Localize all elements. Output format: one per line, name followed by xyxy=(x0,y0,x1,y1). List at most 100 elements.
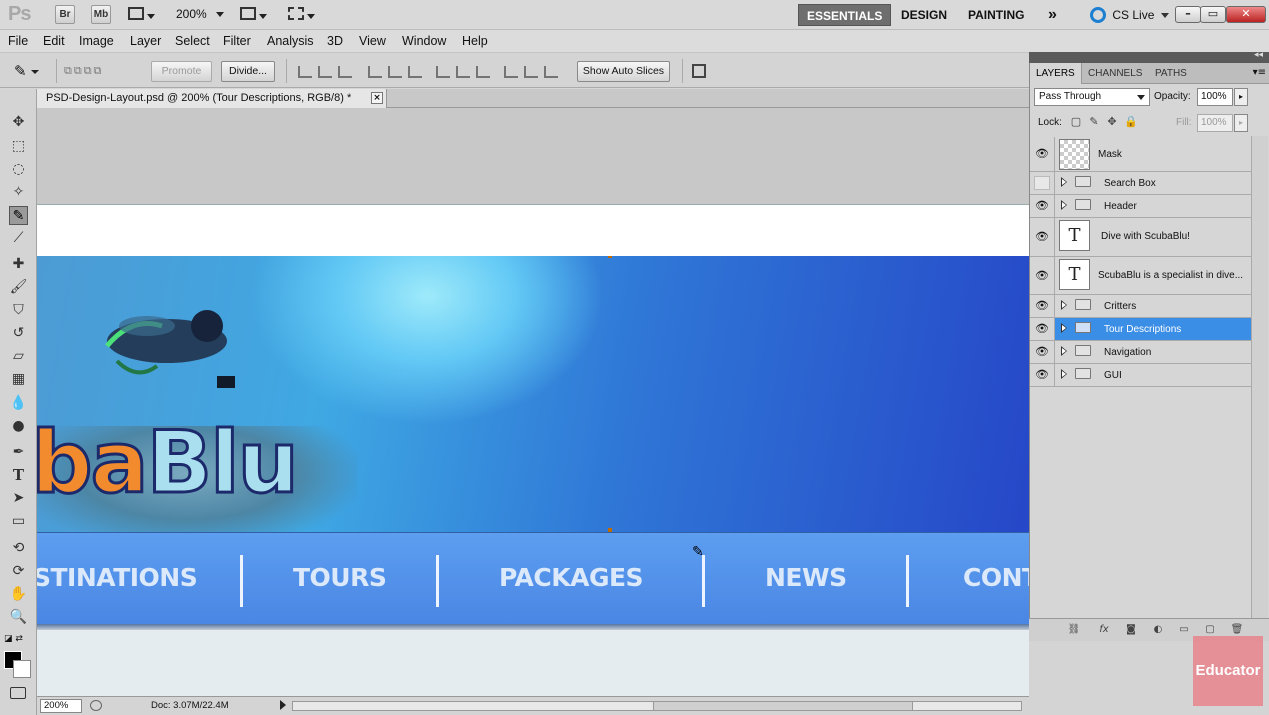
lasso-tool-icon[interactable]: ◌ xyxy=(9,160,28,179)
healing-brush-tool-icon[interactable]: ✚ xyxy=(9,255,28,274)
workspace-painting[interactable]: PAINTING xyxy=(960,4,1032,26)
visibility-eye-icon[interactable]: 👁 xyxy=(1034,230,1050,244)
zoom-field[interactable]: 200% xyxy=(40,699,82,713)
promote-button[interactable]: Promote xyxy=(151,61,212,82)
zoom-level-dropdown[interactable]: 200% xyxy=(176,7,225,21)
restore-button[interactable]: ▭ xyxy=(1200,6,1226,23)
brush-tool-icon[interactable]: 🖌 xyxy=(9,278,28,297)
layer-row-header[interactable]: 👁 Header xyxy=(1030,195,1252,218)
lock-transparency-icon[interactable]: ▢ xyxy=(1070,116,1082,128)
visibility-eye-icon[interactable]: 👁 xyxy=(1034,345,1050,359)
align-bottom-icon[interactable] xyxy=(338,66,352,78)
lock-all-icon[interactable]: 🔒 xyxy=(1124,116,1138,128)
menu-file[interactable]: File xyxy=(8,34,28,48)
new-group-icon[interactable]: ▭ xyxy=(1177,624,1191,636)
distribute-top-icon[interactable] xyxy=(436,66,450,78)
visibility-eye-icon[interactable]: 👁 xyxy=(1034,269,1050,283)
menu-help[interactable]: Help xyxy=(462,34,488,48)
menu-filter[interactable]: Filter xyxy=(223,34,251,48)
layer-row-critters[interactable]: 👁 Critters xyxy=(1030,295,1252,318)
history-brush-tool-icon[interactable]: ↺ xyxy=(9,324,28,343)
screen-mode-dropdown[interactable] xyxy=(288,7,322,23)
blend-mode-select[interactable]: Pass Through xyxy=(1034,88,1150,106)
3d-rotate-tool-icon[interactable]: ⟲ xyxy=(9,539,28,558)
status-menu-arrow-icon[interactable] xyxy=(280,700,286,710)
slice-handle[interactable] xyxy=(608,256,612,258)
expand-triangle-icon[interactable] xyxy=(1061,300,1067,310)
align-hcenter-icon[interactable] xyxy=(388,66,402,78)
menu-analysis[interactable]: Analysis xyxy=(267,34,314,48)
collapse-panel-icon[interactable]: ◂◂ xyxy=(1254,50,1263,60)
minimize-button[interactable]: – xyxy=(1175,6,1201,23)
quick-selection-tool-icon[interactable]: ✧ xyxy=(9,183,28,202)
status-info-icon[interactable] xyxy=(90,700,102,711)
marquee-tool-icon[interactable]: ⬚ xyxy=(9,137,28,156)
layer-row-search-box[interactable]: Search Box xyxy=(1030,172,1252,195)
type-tool-icon[interactable]: T xyxy=(9,466,28,485)
menu-3d[interactable]: 3D xyxy=(327,34,343,48)
layer-row-gui[interactable]: 👁 GUI xyxy=(1030,364,1252,387)
menu-edit[interactable]: Edit xyxy=(43,34,65,48)
blur-tool-icon[interactable]: 💧 xyxy=(9,394,28,413)
lock-image-icon[interactable]: ✎ xyxy=(1088,116,1100,128)
menu-image[interactable]: Image xyxy=(79,34,114,48)
view-extras-dropdown[interactable] xyxy=(128,7,160,23)
tab-layers[interactable]: LAYERS xyxy=(1030,63,1082,84)
visibility-eye-icon[interactable]: 👁 xyxy=(1034,322,1050,336)
move-tool-icon[interactable]: ✥ xyxy=(9,113,28,132)
visibility-eye-icon[interactable]: 👁 xyxy=(1034,299,1050,313)
distribute-left-icon[interactable] xyxy=(504,66,518,78)
opacity-input[interactable]: 100% xyxy=(1197,88,1233,106)
distribute-hcenter-icon[interactable] xyxy=(524,66,538,78)
hand-tool-icon[interactable]: ✋ xyxy=(9,585,28,604)
arrange-documents-dropdown[interactable] xyxy=(240,7,272,23)
zoom-tool-icon[interactable]: 🔍 xyxy=(9,608,28,627)
menu-window[interactable]: Window xyxy=(402,34,446,48)
mini-bridge-button[interactable]: Mb xyxy=(91,5,111,24)
new-layer-icon[interactable]: ▢ xyxy=(1203,624,1217,636)
lock-position-icon[interactable]: ✥ xyxy=(1106,116,1118,128)
adjustment-layer-icon[interactable]: ◐ xyxy=(1151,624,1165,636)
show-auto-slices-button[interactable]: Show Auto Slices xyxy=(577,61,670,82)
tab-channels[interactable]: CHANNELS xyxy=(1082,63,1148,84)
workspace-design[interactable]: DESIGN xyxy=(893,4,955,26)
background-color-swatch[interactable] xyxy=(13,660,31,678)
link-layers-icon[interactable]: ⛓ xyxy=(1067,624,1081,636)
slice-select-tool-icon[interactable]: ✎ xyxy=(9,206,28,225)
panel-menu-icon[interactable]: ▾≡ xyxy=(1253,67,1266,78)
menu-view[interactable]: View xyxy=(359,34,386,48)
cs-live-menu[interactable]: CS Live xyxy=(1090,7,1169,23)
layer-row-tour-descriptions[interactable]: 👁 Tour Descriptions xyxy=(1030,318,1252,341)
distribute-vcenter-icon[interactable] xyxy=(456,66,470,78)
layer-row-specialist-text[interactable]: 👁 T ScubaBlu is a specialist in dive... xyxy=(1030,257,1252,295)
scrollbar-thumb[interactable] xyxy=(653,702,913,710)
layer-row-mask[interactable]: 👁 Mask xyxy=(1030,137,1252,172)
visibility-eye-icon[interactable]: 👁 xyxy=(1034,199,1050,213)
expand-triangle-icon[interactable] xyxy=(1061,200,1067,210)
eyedropper-tool-icon[interactable]: ⟋ xyxy=(9,229,28,248)
visibility-toggle-off[interactable] xyxy=(1034,176,1050,190)
align-vcenter-icon[interactable] xyxy=(318,66,332,78)
add-mask-icon[interactable]: ◙ xyxy=(1124,624,1138,636)
visibility-eye-icon[interactable]: 👁 xyxy=(1034,147,1050,161)
slice-select-tool-preset-icon[interactable]: ✎ xyxy=(14,62,39,80)
dodge-tool-icon[interactable]: ● xyxy=(9,417,28,436)
slice-stacking-icons[interactable]: ⧉⧉⧉⧉ xyxy=(64,64,144,78)
slice-options-icon[interactable] xyxy=(692,64,706,78)
more-workspaces-button[interactable]: » xyxy=(1040,4,1065,26)
expand-triangle-icon[interactable] xyxy=(1061,323,1067,333)
document-canvas[interactable]: baBlu STINATIONS TOURS PACKAGES NEWS CON… xyxy=(37,108,1029,696)
expand-triangle-icon[interactable] xyxy=(1061,177,1067,187)
layer-row-navigation[interactable]: 👁 Navigation xyxy=(1030,341,1252,364)
divide-button[interactable]: Divide... xyxy=(221,61,275,82)
layer-style-fx-icon[interactable]: fx xyxy=(1097,624,1111,636)
document-tab[interactable]: PSD-Design-Layout.psd @ 200% (Tour Descr… xyxy=(37,89,387,108)
eraser-tool-icon[interactable]: ▱ xyxy=(9,347,28,366)
opacity-slider-button[interactable]: ▸ xyxy=(1234,88,1248,106)
menu-layer[interactable]: Layer xyxy=(130,34,161,48)
rectangle-tool-icon[interactable]: ▭ xyxy=(9,512,28,531)
layers-scrollbar[interactable] xyxy=(1251,136,1268,618)
delete-layer-icon[interactable]: 🗑 xyxy=(1230,624,1244,636)
quick-mask-icon[interactable] xyxy=(10,687,26,699)
fill-slider-button[interactable]: ▸ xyxy=(1234,114,1248,132)
